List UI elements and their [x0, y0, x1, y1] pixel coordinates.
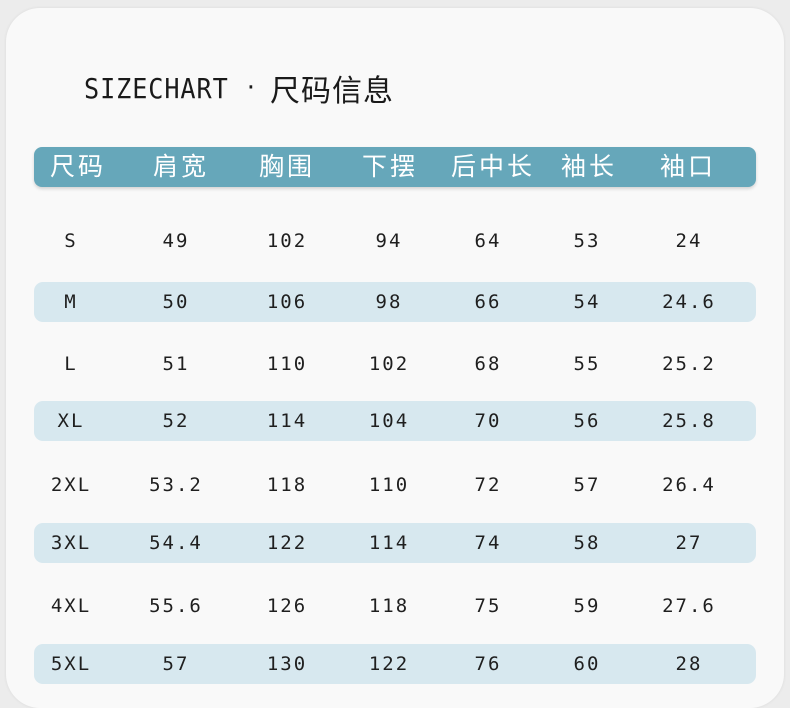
header-cuff: 袖口: [659, 152, 717, 181]
cell-size: 5XL: [50, 653, 92, 675]
table-row: XL 52 114 104 70 56 25.8: [0, 401, 790, 441]
cell-sleeve-length: 58: [573, 532, 601, 554]
page-title: SIZECHART · 尺码信息: [84, 66, 394, 110]
cell-hem: 98: [375, 291, 403, 313]
cell-back-length: 72: [474, 474, 502, 496]
cell-size: S: [64, 230, 78, 252]
table-row: L 51 110 102 68 55 25.2: [0, 344, 790, 384]
cell-sleeve-length: 54: [573, 291, 601, 313]
cell-cuff: 28: [675, 653, 703, 675]
cell-chest: 130: [266, 653, 308, 675]
cell-back-length: 68: [474, 353, 502, 375]
cell-hem: 118: [368, 595, 410, 617]
cell-hem: 110: [368, 474, 410, 496]
cell-shoulder: 51: [162, 353, 190, 375]
cell-shoulder: 49: [162, 230, 190, 252]
cell-chest: 126: [266, 595, 308, 617]
cell-hem: 122: [368, 653, 410, 675]
table-row: 5XL 57 130 122 76 60 28: [0, 644, 790, 684]
cell-cuff: 24: [675, 230, 703, 252]
cell-sleeve-length: 55: [573, 353, 601, 375]
cell-back-length: 75: [474, 595, 502, 617]
cell-sleeve-length: 53: [573, 230, 601, 252]
header-shoulder: 肩宽: [152, 152, 210, 181]
cell-chest: 122: [266, 532, 308, 554]
cell-sleeve-length: 57: [573, 474, 601, 496]
header-size: 尺码: [49, 152, 107, 181]
title-latin: SIZECHART: [84, 71, 229, 105]
title-separator: ·: [246, 73, 256, 103]
cell-back-length: 66: [474, 291, 502, 313]
table-header: 尺码 肩宽 胸围 下摆 后中长 袖长 袖口: [34, 147, 756, 187]
cell-shoulder: 55.6: [149, 595, 203, 617]
cell-back-length: 64: [474, 230, 502, 252]
cell-hem: 102: [368, 353, 410, 375]
cell-chest: 118: [266, 474, 308, 496]
header-chest: 胸围: [258, 152, 316, 181]
cell-hem: 94: [375, 230, 403, 252]
title-cjk: 尺码信息: [269, 74, 394, 109]
cell-size: 3XL: [50, 532, 92, 554]
cell-chest: 110: [266, 353, 308, 375]
cell-size: M: [64, 291, 78, 313]
cell-sleeve-length: 56: [573, 410, 601, 432]
cell-shoulder: 52: [162, 410, 190, 432]
cell-shoulder: 50: [162, 291, 190, 313]
cell-size: XL: [57, 410, 85, 432]
table-row: M 50 106 98 66 54 24.6: [0, 282, 790, 322]
table-row: 3XL 54.4 122 114 74 58 27: [0, 523, 790, 563]
cell-cuff: 27.6: [662, 595, 716, 617]
cell-cuff: 25.2: [662, 353, 716, 375]
cell-shoulder: 53.2: [149, 474, 203, 496]
cell-sleeve-length: 59: [573, 595, 601, 617]
cell-sleeve-length: 60: [573, 653, 601, 675]
cell-back-length: 76: [474, 653, 502, 675]
cell-size: 4XL: [50, 595, 92, 617]
cell-back-length: 70: [474, 410, 502, 432]
cell-size: L: [64, 353, 78, 375]
cell-cuff: 27: [675, 532, 703, 554]
table-row: 4XL 55.6 126 118 75 59 27.6: [0, 586, 790, 626]
cell-cuff: 25.8: [662, 410, 716, 432]
cell-cuff: 24.6: [662, 291, 716, 313]
cell-hem: 114: [368, 532, 410, 554]
cell-hem: 104: [368, 410, 410, 432]
cell-back-length: 74: [474, 532, 502, 554]
table-row: S 49 102 94 64 53 24: [0, 221, 790, 261]
cell-chest: 114: [266, 410, 308, 432]
table-row: 2XL 53.2 118 110 72 57 26.4: [0, 465, 790, 505]
header-sleeve-length: 袖长: [560, 152, 618, 181]
header-back-length: 后中长: [450, 152, 536, 181]
cell-shoulder: 57: [162, 653, 190, 675]
cell-chest: 106: [266, 291, 308, 313]
cell-shoulder: 54.4: [149, 532, 203, 554]
header-hem: 下摆: [361, 152, 419, 181]
cell-cuff: 26.4: [662, 474, 716, 496]
cell-chest: 102: [266, 230, 308, 252]
cell-size: 2XL: [50, 474, 92, 496]
